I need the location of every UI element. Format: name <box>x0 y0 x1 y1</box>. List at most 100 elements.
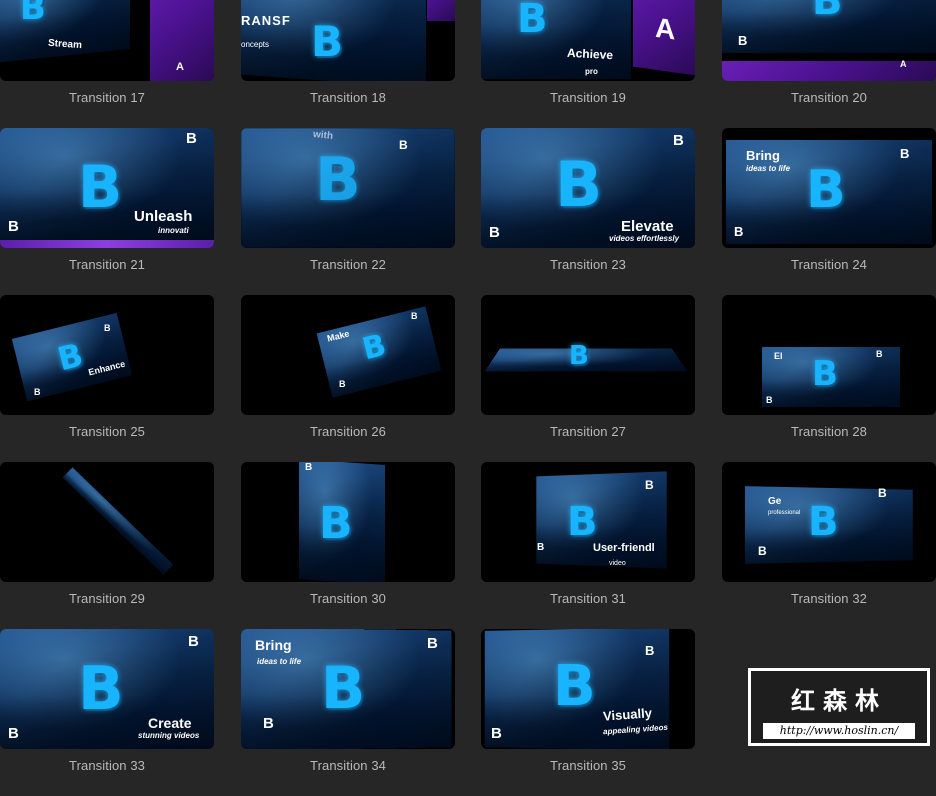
tile-label: Transition 28 <box>791 424 867 439</box>
logo-mark: B <box>812 0 843 24</box>
logo-mark: B <box>812 354 838 394</box>
thumbnail: B B B Unleash innovati <box>0 128 214 248</box>
overlay-subtitle: oncepts <box>241 40 270 49</box>
tile-label: Transition 29 <box>69 591 145 606</box>
transition-tile[interactable]: B B Transition 30 <box>241 462 455 629</box>
logo-mark: B <box>321 654 366 722</box>
corner-letter: B <box>305 462 313 473</box>
overlay-title: Bring <box>746 148 780 163</box>
transition-tile[interactable]: B Stream A Transition 17 <box>0 0 214 128</box>
purple-letter: A <box>655 11 676 46</box>
thumbnail: B B B Visually appealing videos <box>481 629 695 749</box>
transition-gallery: B Stream A Transition 17 RANSF oncepts B… <box>0 0 936 773</box>
transition-tile[interactable]: B B A Transition 20 <box>722 0 936 128</box>
logo-mark: B <box>806 160 846 220</box>
logo-mark: B <box>553 654 596 719</box>
transition-tile[interactable]: B Transition 27 <box>481 295 695 462</box>
overlay-title: RANSF <box>241 13 291 28</box>
tile-label: Transition 26 <box>310 424 386 439</box>
corner-letter: B <box>758 544 767 558</box>
transition-tile[interactable]: RANSF oncepts B Transition 18 <box>241 0 455 128</box>
corner-letter: B <box>738 33 748 48</box>
transition-tile[interactable]: Bring ideas to life B B B Transition 34 <box>241 629 455 796</box>
transition-tile[interactable]: B B B Unleash innovati Transition 21 <box>0 128 214 295</box>
corner-letter: B <box>489 224 500 241</box>
overlay-subtitle: professional <box>768 510 801 516</box>
thumbnail: RANSF oncepts B <box>241 0 455 81</box>
overlay-subtitle: videos effortlessly <box>609 234 680 243</box>
corner-letter: B <box>427 635 438 652</box>
overlay-title: User-friendl <box>593 542 655 554</box>
transition-tile[interactable]: Transition 29 <box>0 462 214 629</box>
overlay-title: Bring <box>255 637 292 653</box>
transition-tile[interactable]: Ge professional B B B Transition 32 <box>722 462 936 629</box>
tile-label: Transition 23 <box>550 257 626 272</box>
overlay-title: El <box>774 351 783 361</box>
transition-tile[interactable]: B Achieve pro A Transition 19 <box>481 0 695 128</box>
transition-tile[interactable]: with B B Transition 22 <box>241 128 455 295</box>
logo-mark: B <box>315 145 361 215</box>
tile-label: Transition 32 <box>791 591 867 606</box>
thumbnail: El B B B <box>722 295 936 415</box>
transition-tile[interactable]: B B B Visually appealing videos Transiti… <box>481 629 695 796</box>
corner-letter: A <box>176 61 184 73</box>
corner-letter: B <box>645 643 655 658</box>
overlay-title: Ge <box>768 496 782 507</box>
overlay-title: Elevate <box>621 218 674 235</box>
tile-label: Transition 22 <box>310 257 386 272</box>
watermark-url: http://www.hoslin.cn/ <box>763 723 915 739</box>
overlay-title: Create <box>148 715 192 731</box>
overlay-subtitle: pro <box>585 67 598 76</box>
thumbnail: B B A <box>722 0 936 81</box>
transition-tile[interactable]: B Enhance B B Transition 25 <box>0 295 214 462</box>
corner-letter: B <box>411 311 418 321</box>
thumbnail <box>0 462 214 582</box>
tile-label: Transition 17 <box>69 90 145 105</box>
corner-letter: B <box>339 379 346 389</box>
thumbnail: B Enhance B B <box>0 295 214 415</box>
corner-letter: B <box>8 725 19 742</box>
thumbnail: Bring ideas to life B B B <box>722 128 936 248</box>
transition-tile[interactable]: B B B Create stunning videos Transition … <box>0 629 214 796</box>
corner-letter: B <box>645 478 654 492</box>
logo-mark: B <box>20 0 46 28</box>
tile-label: Transition 35 <box>550 758 626 773</box>
corner-letter: B <box>188 633 199 650</box>
corner-letter: B <box>766 395 773 405</box>
thumbnail: B Achieve pro A <box>481 0 695 81</box>
corner-letter: B <box>8 218 19 235</box>
corner-letter: A <box>900 59 907 69</box>
thumbnail: Ge professional B B B <box>722 462 936 582</box>
thumbnail: Bring ideas to life B B B <box>241 629 455 749</box>
transition-tile[interactable]: B B B Elevate videos effortlessly Transi… <box>481 128 695 295</box>
corner-letter: B <box>399 138 408 152</box>
corner-letter: B <box>34 387 41 397</box>
logo-mark: B <box>78 153 123 221</box>
overlay-subtitle: video <box>609 560 626 567</box>
overlay-title: Stream <box>47 37 83 52</box>
corner-letter: B <box>878 486 887 500</box>
logo-mark: B <box>567 499 598 545</box>
logo-mark: B <box>311 17 344 66</box>
overlay-subtitle: ideas to life <box>746 164 791 173</box>
overlay-title: with <box>312 128 334 143</box>
corner-letter: B <box>263 715 274 732</box>
corner-letter: B <box>537 542 545 553</box>
overlay-subtitle: innovati <box>158 226 189 235</box>
corner-letter: B <box>186 130 197 147</box>
tile-label: Transition 24 <box>791 257 867 272</box>
transition-tile[interactable]: El B B B Transition 28 <box>722 295 936 462</box>
overlay-subtitle: ideas to life <box>257 657 302 666</box>
transition-tile[interactable]: Make B B B Transition 26 <box>241 295 455 462</box>
transition-tile[interactable]: B B B User-friendl video Transition 31 <box>481 462 695 629</box>
transition-tile[interactable]: Bring ideas to life B B B Transition 24 <box>722 128 936 295</box>
tile-label: Transition 21 <box>69 257 145 272</box>
tile-label: Transition 31 <box>550 591 626 606</box>
thumbnail: B Stream A <box>0 0 214 81</box>
watermark-title: 红森林 <box>791 687 887 715</box>
logo-mark: B <box>78 654 124 724</box>
overlay-title: Achieve <box>566 45 614 63</box>
tile-label: Transition 34 <box>310 758 386 773</box>
thumbnail: B B B Elevate videos effortlessly <box>481 128 695 248</box>
corner-letter: B <box>900 146 910 161</box>
